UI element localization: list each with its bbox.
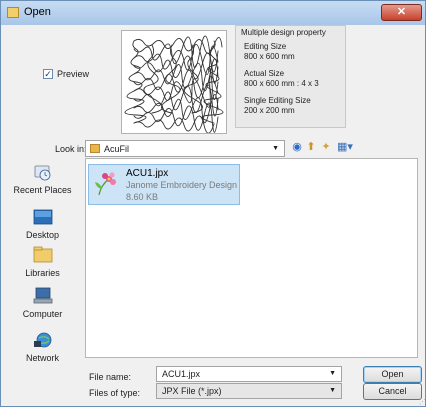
place-computer[interactable]: Computer xyxy=(5,287,80,337)
file-size: 8.60 KB xyxy=(126,192,159,202)
file-name-label: File name: xyxy=(89,372,132,382)
network-icon xyxy=(34,332,52,348)
file-list[interactable]: ACU1.jpx Janome Embroidery Design 8.60 K… xyxy=(85,158,418,358)
resize-grip-icon[interactable]: ⋰ xyxy=(419,399,426,406)
chevron-down-icon[interactable]: ▼ xyxy=(329,370,336,377)
libraries-icon xyxy=(33,246,53,263)
design-preview xyxy=(121,30,227,134)
actual-size-label: Actual Size xyxy=(244,69,285,78)
recent-places-icon xyxy=(34,165,51,181)
single-editing-size-value: 200 x 200 mm xyxy=(244,106,295,115)
file-type-label: Files of type: xyxy=(89,388,141,398)
up-folder-icon[interactable]: ⬆ xyxy=(304,140,318,154)
place-label: Desktop xyxy=(25,230,60,240)
file-name: ACU1.jpx xyxy=(126,168,169,179)
place-label: Libraries xyxy=(25,268,60,278)
open-dialog: Open ✕ ✓ Preview Multiple design propert… xyxy=(0,0,426,407)
stipple-pattern-image xyxy=(124,35,224,134)
back-icon[interactable]: ◉ xyxy=(290,140,304,154)
place-label: Computer xyxy=(22,309,63,319)
place-label: Network xyxy=(25,353,59,363)
close-button[interactable]: ✕ xyxy=(381,4,422,21)
view-menu-icon[interactable]: ▦▾ xyxy=(335,140,355,154)
actual-size-value: 800 x 600 mm : 4 x 3 xyxy=(244,79,319,88)
preview-checkbox[interactable]: ✓ xyxy=(43,69,53,79)
cancel-button[interactable]: Cancel xyxy=(363,383,422,400)
title-bar[interactable]: Open ✕ xyxy=(1,1,425,25)
desktop-icon xyxy=(33,209,53,225)
file-name-value: ACU1.jpx xyxy=(162,369,201,379)
property-heading: Multiple design property xyxy=(241,28,326,37)
chevron-down-icon[interactable]: ▼ xyxy=(329,387,336,394)
design-property-panel: Multiple design property Editing Size 80… xyxy=(235,25,346,128)
place-recent-places[interactable]: Recent Places xyxy=(5,164,80,214)
folder-icon xyxy=(90,144,100,153)
app-icon xyxy=(7,7,19,18)
places-bar: Recent Places Desktop Libraries Computer… xyxy=(5,158,80,402)
place-network[interactable]: Network xyxy=(5,331,80,381)
file-type-dropdown[interactable]: JPX File (*.jpx) ▼ xyxy=(156,383,342,399)
file-item[interactable]: ACU1.jpx Janome Embroidery Design 8.60 K… xyxy=(88,164,240,205)
preview-label: Preview xyxy=(57,69,90,79)
window-title: Open xyxy=(24,6,51,18)
file-type-value: JPX File (*.jpx) xyxy=(162,386,222,396)
look-in-label: Look in: xyxy=(55,144,87,154)
chevron-down-icon[interactable]: ▼ xyxy=(272,145,279,152)
look-in-value: AcuFil xyxy=(104,144,130,154)
look-in-dropdown[interactable]: AcuFil ▼ xyxy=(85,140,285,157)
new-folder-icon[interactable]: ✦ xyxy=(319,140,333,154)
place-label: Recent Places xyxy=(13,185,72,195)
embroidery-file-icon xyxy=(95,172,116,196)
open-button[interactable]: Open xyxy=(363,366,422,383)
computer-icon xyxy=(33,287,53,304)
file-name-input[interactable]: ACU1.jpx ▼ xyxy=(156,366,342,382)
single-editing-size-label: Single Editing Size xyxy=(244,96,311,105)
editing-size-value: 800 x 600 mm xyxy=(244,52,295,61)
file-type: Janome Embroidery Design xyxy=(126,180,238,190)
editing-size-label: Editing Size xyxy=(244,42,287,51)
